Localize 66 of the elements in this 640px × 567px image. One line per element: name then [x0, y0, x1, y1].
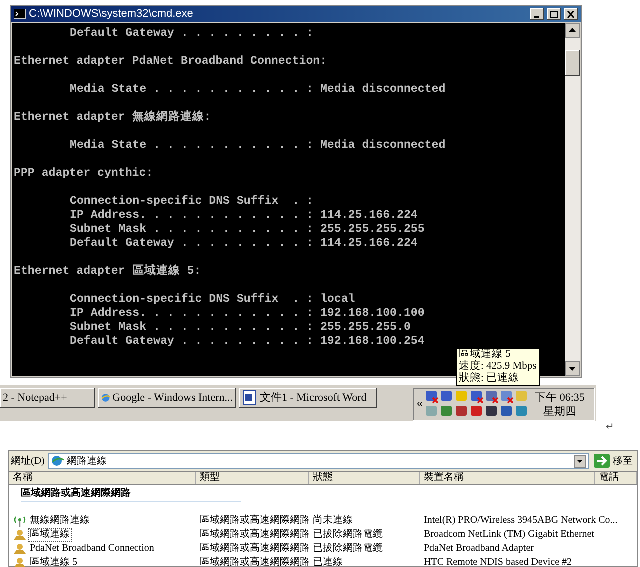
adapter-heading: Ethernet adapter 區域連線 5:: [14, 265, 202, 279]
column-header[interactable]: 電話: [595, 472, 637, 484]
column-header[interactable]: 狀態: [309, 472, 420, 484]
taskbar-button[interactable]: 文件1 - Microsoft Word: [239, 388, 377, 408]
group-heading: 區域網路或高速網際網路: [21, 487, 241, 502]
config-line: Default Gateway . . . . . . . . . : 192.168.100.254: [70, 335, 425, 349]
table-cell-text: 尚未連線: [312, 515, 354, 527]
dropdown-icon[interactable]: [574, 454, 586, 468]
config-line: Subnet Mask . . . . . . . . . . . : 255.255.255.0: [70, 321, 411, 335]
tooltip-line: 狀態: 已連線: [459, 373, 521, 385]
table-cell-text: Broadcom NetLink (TM) Gigabit Ethernet: [423, 529, 595, 541]
tray-expand-button[interactable]: «: [417, 399, 424, 410]
table-cell-text: 已拔除網路電纜: [312, 543, 384, 555]
clock-time: 下午 06:35: [535, 390, 585, 404]
config-line: IP Address. . . . . . . . . . . . : 192.168.100.100: [70, 307, 425, 321]
address-value: 網路連線: [66, 454, 108, 468]
taskbar-button[interactable]: 2 - Notepad++: [0, 388, 95, 408]
table-cell-text: HTC Remote NDIS based Device #2: [423, 557, 572, 567]
adapter-heading: Ethernet adapter 無線網路連線:: [14, 111, 212, 125]
paragraph-mark: ↵: [606, 421, 614, 435]
arrow-icon: [594, 454, 610, 468]
go-button[interactable]: 移至: [592, 454, 635, 468]
tooltip-line: 速度: 425.9 Mbps: [459, 361, 537, 372]
config-line: Subnet Mask . . . . . . . . . . . : 255.255.255.255: [70, 223, 425, 237]
antenna-icon: [13, 515, 27, 527]
console-icon: [14, 9, 26, 19]
config-line: Default Gateway . . . . . . . . . : 114.25.166.224: [70, 237, 418, 251]
adapter-heading: Ethernet adapter PdaNet Broadband Connection:: [14, 55, 328, 69]
scrollbar[interactable]: [565, 23, 580, 376]
column-header[interactable]: 裝置名稱: [420, 472, 595, 484]
config-line: IP Address. . . . . . . . . . . . : 114.25.166.224: [70, 209, 418, 223]
config-line: Default Gateway . . . . . . . . . :: [70, 27, 314, 41]
connection-name[interactable]: 無線網路連線: [28, 514, 92, 528]
tooltip-line: 區域連線 5: [459, 349, 512, 360]
table-cell-text: 已拔除網路電纜: [312, 529, 384, 541]
connection-name[interactable]: 區域連線 5: [28, 556, 80, 567]
connection-name[interactable]: PdaNet Broadband Connection: [28, 542, 156, 556]
close-button[interactable]: [564, 8, 578, 20]
scroll-up-icon[interactable]: [565, 23, 580, 38]
maximize-icon: [550, 10, 558, 18]
scroll-thumb[interactable]: [565, 50, 580, 76]
scroll-down-icon[interactable]: [565, 361, 580, 376]
minimize-button[interactable]: [530, 8, 544, 20]
config-line: Media State . . . . . . . . . . . : Media disconnected: [70, 139, 446, 153]
address-field[interactable]: 網路連線: [48, 453, 589, 469]
adapter-heading: PPP adapter cynthic:: [14, 167, 154, 181]
taskbar-button[interactable]: Google - Windows Intern...: [98, 388, 236, 408]
table-cell-text: 已連線: [312, 557, 344, 567]
config-line: Connection-specific DNS Suffix . :: [70, 195, 314, 209]
table-cell-text: PdaNet Broadband Adapter: [423, 543, 534, 555]
window-title: C:\WINDOWS\system32\cmd.exe: [29, 8, 194, 20]
column-header[interactable]: 名稱: [9, 472, 196, 484]
table-cell-text: Intel(R) PRO/Wireless 3945ABG Network Co...: [423, 515, 618, 527]
maximize-button[interactable]: [547, 8, 561, 20]
table-cell-text: 區域網路或高速網際網路: [199, 543, 309, 555]
config-line: Connection-specific DNS Suffix . : local: [70, 293, 356, 307]
table-cell-text: 區域網路或高速網際網路: [199, 515, 309, 527]
config-line: Media State . . . . . . . . . . . : Media disconnected: [70, 83, 446, 97]
connection-name[interactable]: 區域連線: [28, 528, 72, 542]
table-cell-text: 區域網路或高速網際網路: [199, 529, 309, 541]
address-label: 網址(D): [11, 454, 45, 468]
globe-icon: [50, 455, 65, 467]
clock-day: 星期四: [544, 404, 577, 418]
table-cell-text: 區域網路或高速網際網路: [199, 557, 309, 567]
close-icon: [567, 10, 575, 18]
column-header[interactable]: 類型: [196, 472, 309, 484]
